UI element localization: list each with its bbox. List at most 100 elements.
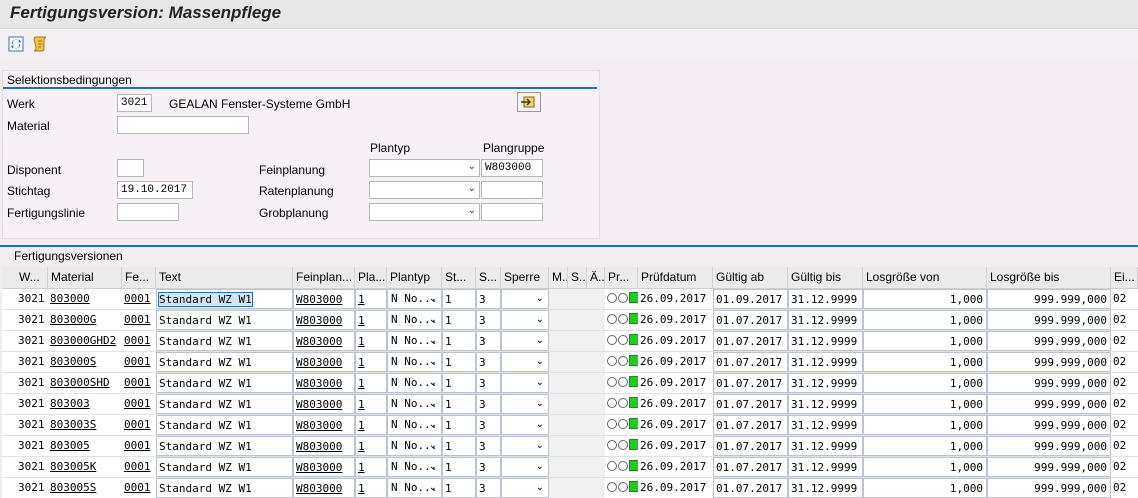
table-row[interactable]: 3021 803000G 0001 Standard WZ W1 W803000 1 N N… xyxy=(2,310,1138,331)
column-header[interactable]: Text xyxy=(156,267,293,288)
s-field[interactable]: 3 xyxy=(476,457,501,477)
text-field[interactable]: Standard WZ W1 xyxy=(156,394,293,414)
plan-counter-field[interactable]: 1 xyxy=(355,331,387,351)
table-row[interactable]: 3021 803000SHD 0001 Standard WZ W1 W803000 1 N… xyxy=(2,373,1138,394)
plantyp-select[interactable]: N No... ⌄ xyxy=(387,352,442,372)
production-version-link[interactable]: 0001 xyxy=(122,415,156,435)
material-field[interactable] xyxy=(117,116,249,134)
sperre-select[interactable]: ⌄ xyxy=(501,331,549,351)
column-header[interactable]: Pla... xyxy=(355,267,387,288)
disponent-field[interactable] xyxy=(117,159,144,177)
column-header[interactable]: Losgröße bis xyxy=(987,267,1111,288)
plantyp-select[interactable]: N No... ⌄ xyxy=(387,331,442,351)
plantyp-select[interactable]: N No... ⌄ xyxy=(387,289,442,309)
losgroesse-von-field[interactable]: 1,000 xyxy=(863,373,987,393)
production-version-link-text[interactable]: 0001 xyxy=(124,334,151,347)
table-row[interactable]: 3021 803000GHD2 0001 Standard WZ W1 W803000 1… xyxy=(2,331,1138,352)
losgroesse-bis-field[interactable]: 999.999,000 xyxy=(987,310,1111,330)
losgroesse-von-field[interactable]: 1,000 xyxy=(863,478,987,498)
production-version-link[interactable]: 0001 xyxy=(122,373,156,393)
material-link[interactable]: 803003S xyxy=(48,415,122,435)
material-link-text[interactable]: 803003S xyxy=(50,418,96,431)
material-link[interactable]: 803000GHD2 xyxy=(48,331,122,351)
losgroesse-von-field[interactable]: 1,000 xyxy=(863,415,987,435)
gueltig-ab-field[interactable]: 01.07.2017 xyxy=(713,436,788,456)
column-header[interactable]: Sperre xyxy=(501,267,549,288)
feinplan-field[interactable]: W803000 xyxy=(293,415,355,435)
grobplanung-plantyp-select[interactable]: ⌄ xyxy=(369,203,480,221)
feinplanung-plantyp-select[interactable]: ⌄ xyxy=(369,159,480,177)
text-field[interactable]: Standard WZ W1 xyxy=(156,373,293,393)
table-row[interactable]: 3021 803000S 0001 Standard WZ W1 W803000 1 N N… xyxy=(2,352,1138,373)
text-field[interactable]: Standard WZ W1 xyxy=(156,457,293,477)
fertigungslinie-field[interactable] xyxy=(117,203,179,221)
ratenplanung-plangruppe-field[interactable] xyxy=(481,181,543,199)
production-version-link-text[interactable]: 0001 xyxy=(124,376,151,389)
column-header[interactable]: Plantyp xyxy=(387,267,442,288)
gueltig-bis-field[interactable]: 31.12.9999 xyxy=(788,331,863,351)
production-version-link-text[interactable]: 0001 xyxy=(124,313,151,326)
losgroesse-bis-field[interactable]: 999.999,000 xyxy=(987,478,1111,498)
gueltig-ab-field[interactable]: 01.07.2017 xyxy=(713,415,788,435)
losgroesse-bis-field[interactable]: 999.999,000 xyxy=(987,394,1111,414)
plantyp-select[interactable]: N No... ⌄ xyxy=(387,373,442,393)
column-header[interactable]: Gültig bis xyxy=(788,267,863,288)
losgroesse-von-field[interactable]: 1,000 xyxy=(863,394,987,414)
plan-counter-field[interactable]: 1 xyxy=(355,373,387,393)
stichtag-field[interactable]: 19.10.2017 xyxy=(117,181,193,199)
s-field[interactable]: 3 xyxy=(476,289,501,309)
table-row[interactable]: 3021 803000 0001 Standard WZ W1 W803000 1 N No… xyxy=(2,289,1138,310)
material-link-text[interactable]: 803003 xyxy=(50,397,90,410)
column-header[interactable]: Pr... xyxy=(605,267,638,288)
plan-counter-field[interactable]: 1 xyxy=(355,415,387,435)
sperre-select[interactable]: ⌄ xyxy=(501,415,549,435)
gueltig-ab-field[interactable]: 01.07.2017 xyxy=(713,331,788,351)
gueltig-ab-field[interactable]: 01.09.2017 xyxy=(713,289,788,309)
feinplan-field[interactable]: W803000 xyxy=(293,436,355,456)
scroll-icon[interactable] xyxy=(31,35,49,53)
column-header[interactable]: Feinplan... xyxy=(293,267,355,288)
sperre-select[interactable]: ⌄ xyxy=(501,373,549,393)
table-row[interactable]: 3021 803005K 0001 Standard WZ W1 W803000 1 N N… xyxy=(2,457,1138,478)
losgroesse-bis-field[interactable]: 999.999,000 xyxy=(987,415,1111,435)
production-version-link-text[interactable]: 0001 xyxy=(124,418,151,431)
status-field[interactable]: 1 xyxy=(442,478,476,498)
status-field[interactable]: 1 xyxy=(442,394,476,414)
material-link-text[interactable]: 803000S xyxy=(50,355,96,368)
column-header[interactable]: W... xyxy=(16,267,48,288)
plan-counter-field[interactable]: 1 xyxy=(355,310,387,330)
plantyp-select[interactable]: N No... ⌄ xyxy=(387,394,442,414)
text-field[interactable]: Standard WZ W1 xyxy=(156,331,293,351)
plantyp-select[interactable]: N No... ⌄ xyxy=(387,478,442,498)
sperre-select[interactable]: ⌄ xyxy=(501,289,549,309)
feinplan-field[interactable]: W803000 xyxy=(293,478,355,498)
text-field[interactable]: Standard WZ W1 xyxy=(156,415,293,435)
production-version-link[interactable]: 0001 xyxy=(122,310,156,330)
status-field[interactable]: 1 xyxy=(442,352,476,372)
s-field[interactable]: 3 xyxy=(476,310,501,330)
s-field[interactable]: 3 xyxy=(476,352,501,372)
s-field[interactable]: 3 xyxy=(476,373,501,393)
production-version-link-text[interactable]: 0001 xyxy=(124,292,151,305)
feinplan-field[interactable]: W803000 xyxy=(293,457,355,477)
plan-counter-field[interactable]: 1 xyxy=(355,352,387,372)
column-header[interactable]: Gültig ab xyxy=(713,267,788,288)
feinplan-field[interactable]: W803000 xyxy=(293,373,355,393)
losgroesse-von-field[interactable]: 1,000 xyxy=(863,436,987,456)
production-version-link[interactable]: 0001 xyxy=(122,436,156,456)
status-field[interactable]: 1 xyxy=(442,289,476,309)
losgroesse-bis-field[interactable]: 999.999,000 xyxy=(987,436,1111,456)
text-field[interactable]: Standard WZ W1 xyxy=(156,310,293,330)
column-header[interactable]: Ä.. xyxy=(587,267,605,288)
text-field[interactable]: Standard WZ W1 xyxy=(156,478,293,498)
material-link-text[interactable]: 803005S xyxy=(50,481,96,494)
losgroesse-von-field[interactable]: 1,000 xyxy=(863,310,987,330)
plantyp-select[interactable]: N No... ⌄ xyxy=(387,310,442,330)
sperre-select[interactable]: ⌄ xyxy=(501,352,549,372)
sperre-select[interactable]: ⌄ xyxy=(501,436,549,456)
column-header[interactable]: Ei... xyxy=(1111,267,1138,288)
material-link[interactable]: 803000 xyxy=(48,289,122,309)
status-field[interactable]: 1 xyxy=(442,310,476,330)
gueltig-ab-field[interactable]: 01.07.2017 xyxy=(713,310,788,330)
losgroesse-von-field[interactable]: 1,000 xyxy=(863,289,987,309)
